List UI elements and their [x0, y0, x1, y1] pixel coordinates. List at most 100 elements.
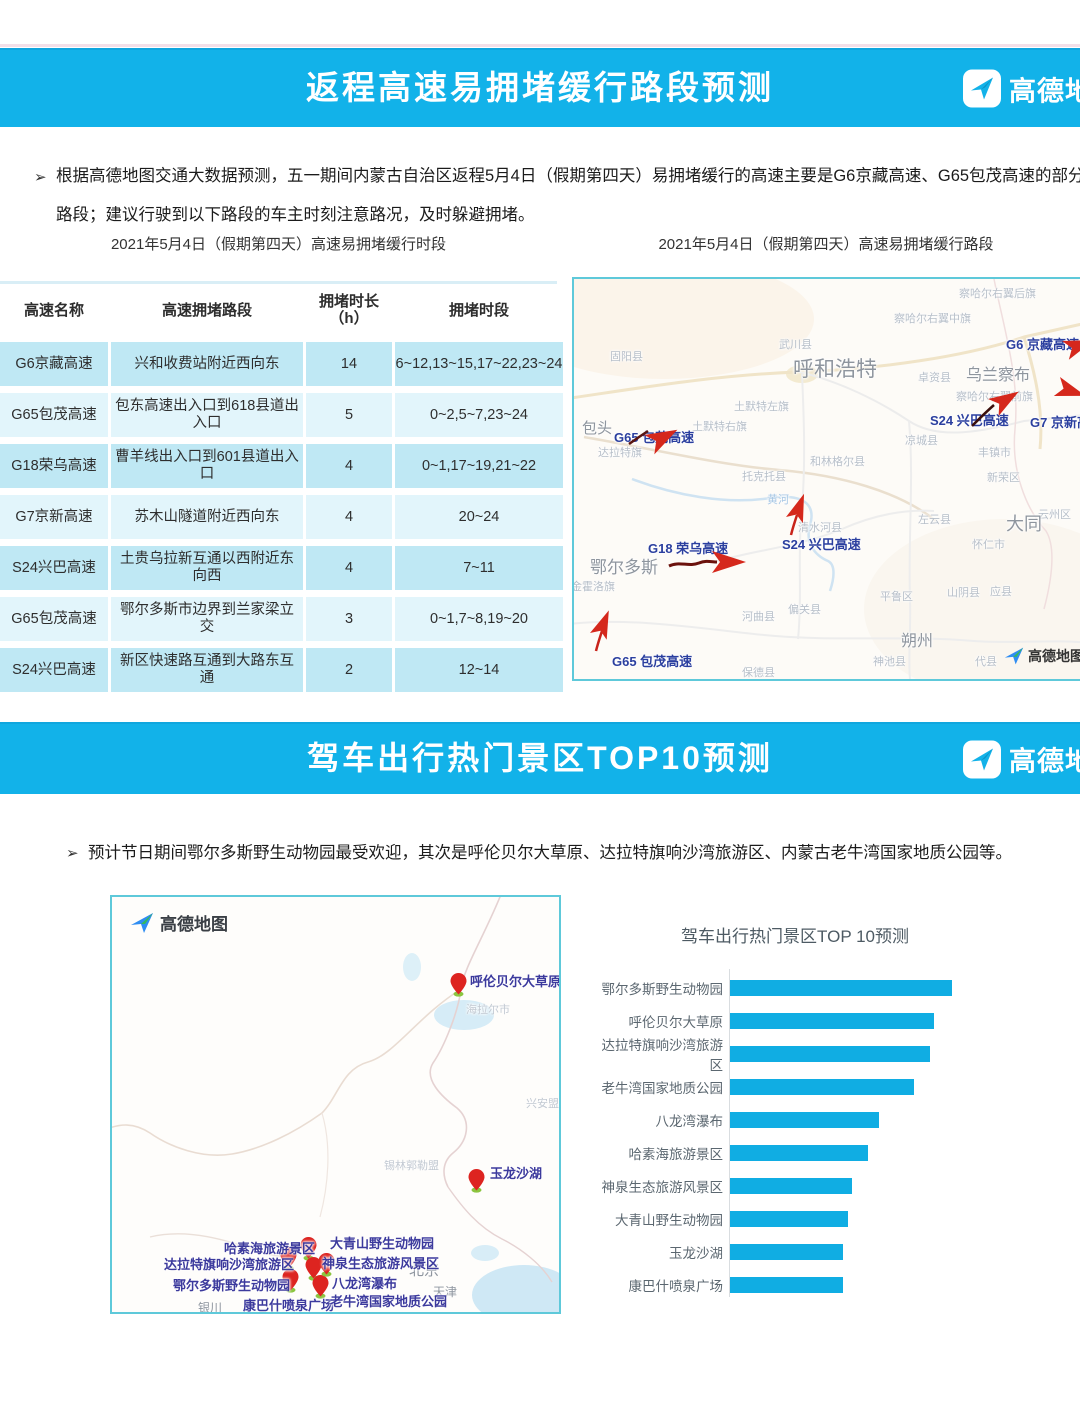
- section2-intro-text: 预计节日期间鄂尔多斯野生动物园最受欢迎，其次是呼伦贝尔大草原、达拉特旗响沙湾旅游…: [88, 840, 1076, 866]
- section2-header-band: 驾车出行热门景区TOP10预测 高德地图: [0, 722, 1080, 794]
- chart-category-label: 康巴什喷泉广场: [600, 1275, 723, 1295]
- amap-brand-logo: 高德地图: [963, 740, 1080, 779]
- chart-category-label: 玉龙沙湖: [600, 1242, 723, 1262]
- chart-row: 康巴什喷泉广场: [600, 1268, 1078, 1301]
- period: 7~11: [395, 546, 563, 590]
- segment: 苏木山隧道附近西向东: [111, 495, 303, 539]
- amap-map-logo: 高德地图: [130, 910, 228, 935]
- amap-brand-text: 高德地图: [1009, 69, 1080, 108]
- table-title: 2021年5月4日（假期第四天）高速易拥堵缓行时段: [0, 233, 557, 254]
- hours: 14: [306, 342, 392, 386]
- table-row: G65包茂高速 包东高速出入口到618县道出入口 5 0~2,5~7,23~24: [0, 393, 557, 437]
- hours: 4: [306, 495, 392, 539]
- poi-label: 康巴什喷泉广场: [243, 1295, 334, 1314]
- segment: 包东高速出入口到618县道出入口: [111, 393, 303, 437]
- amap-plane-icon: [963, 70, 1001, 108]
- chart-category-label: 老牛湾国家地质公园: [600, 1077, 723, 1097]
- highway-name: S24兴巴高速: [0, 546, 108, 590]
- chart-bar: [730, 1112, 879, 1128]
- period: 0~2,5~7,23~24: [395, 393, 563, 437]
- col-header: 拥堵时长（h）: [306, 284, 392, 336]
- chart-bar: [730, 1013, 934, 1029]
- poi-label: 呼伦贝尔大草原: [470, 971, 561, 990]
- map-pin-icon: [468, 1169, 485, 1193]
- chart-row: 八龙湾瀑布: [600, 1103, 1078, 1136]
- hours: 4: [306, 546, 392, 590]
- poi-label: 大青山野生动物园: [330, 1233, 434, 1252]
- section1-intro-text: 根据高德地图交通大数据预测，五一期间内蒙古自治区返程5月4日（假期第四天）易拥堵…: [56, 157, 1080, 235]
- chart-row: 老牛湾国家地质公园: [600, 1070, 1078, 1103]
- chart-category-label: 鄂尔多斯野生动物园: [600, 978, 723, 998]
- highway-congestion-map: 察哈尔右翼后旗 察哈尔右翼中旗 武川县 固阳县 卓资县 察哈尔右翼前旗 土默特左…: [572, 277, 1080, 681]
- map-city-label: 锡林郭勒盟: [384, 1157, 439, 1173]
- chart-bar: [730, 1145, 868, 1161]
- period: 6~12,13~15,17~22,23~24: [395, 342, 563, 386]
- congestion-arrows-layer: [574, 279, 1080, 679]
- table-row: S24兴巴高速 新区快速路互通到大路东互通 2 12~14: [0, 648, 557, 692]
- amap-brand-logo: 高德地图: [963, 69, 1080, 108]
- scenic-spots-map: 高德地图 北京 天津 银川 海拉尔市 锡林郭勒盟 兴安盟 呼伦贝尔大草原 玉龙沙…: [110, 895, 561, 1314]
- hours: 4: [306, 444, 392, 488]
- chart-row: 哈素海旅游景区: [600, 1136, 1078, 1169]
- segment: 土贵乌拉新互通以西附近东向西: [111, 546, 303, 590]
- chart-bar: [730, 1178, 852, 1194]
- section2-intro: ➢ 预计节日期间鄂尔多斯野生动物园最受欢迎，其次是呼伦贝尔大草原、达拉特旗响沙湾…: [66, 840, 1076, 866]
- chart-row: 达拉特旗响沙湾旅游区: [600, 1037, 1078, 1070]
- highway-name: G65包茂高速: [0, 393, 108, 437]
- section2-title: 驾车出行热门景区TOP10预测: [0, 724, 1080, 792]
- poi-label: 玉龙沙湖: [490, 1163, 542, 1182]
- section1-intro: ➢ 根据高德地图交通大数据预测，五一期间内蒙古自治区返程5月4日（假期第四天）易…: [34, 157, 1080, 235]
- poi-label: 老牛湾国家地质公园: [330, 1291, 447, 1310]
- hours: 2: [306, 648, 392, 692]
- table-row: S24兴巴高速 土贵乌拉新互通以西附近东向西 4 7~11: [0, 546, 557, 590]
- divider-line: [0, 44, 1080, 47]
- table-header-row: 高速名称 高速拥堵路段 拥堵时长（h） 拥堵时段: [0, 281, 557, 336]
- col-header: 高速拥堵路段: [111, 284, 303, 336]
- map-city-label: 海拉尔市: [466, 1001, 510, 1017]
- chart-row: 大青山野生动物园: [600, 1202, 1078, 1235]
- amap-plane-icon: [130, 911, 154, 935]
- table-row: G18荣乌高速 曹羊线出入口到601县道出入口 4 0~1,17~19,21~2…: [0, 444, 557, 488]
- arrow-bullet-icon: ➢: [34, 158, 56, 236]
- map-city-label: 兴安盟: [526, 1095, 559, 1111]
- chart-bar: [730, 1277, 843, 1293]
- chart-title: 驾车出行热门景区TOP 10预测: [600, 922, 990, 947]
- chart-category-label: 哈素海旅游景区: [600, 1143, 723, 1163]
- amap-plane-icon: [1004, 646, 1024, 666]
- chart-category-label: 神泉生态旅游风景区: [600, 1176, 723, 1196]
- amap-watermark-text: 高德地图: [1028, 646, 1080, 666]
- map-city-label: 银川: [198, 1299, 222, 1314]
- map-pin-icon: [450, 973, 467, 997]
- segment: 曹羊线出入口到601县道出入口: [111, 444, 303, 488]
- segment: 兴和收费站附近西向东: [111, 342, 303, 386]
- amap-watermark: 高德地图: [1004, 646, 1080, 666]
- chart-row: 神泉生态旅游风景区: [600, 1169, 1078, 1202]
- table-row: G7京新高速 苏木山隧道附近西向东 4 20~24: [0, 495, 557, 539]
- amap-plane-icon: [963, 740, 1001, 778]
- chart-category-label: 呼伦贝尔大草原: [600, 1011, 723, 1031]
- arrow-bullet-icon: ➢: [66, 841, 88, 867]
- poi-label: 鄂尔多斯野生动物园: [173, 1275, 290, 1294]
- chart-rows: 鄂尔多斯野生动物园 呼伦贝尔大草原 达拉特旗响沙湾旅游区 老牛湾国家地质公园 八…: [600, 971, 1078, 1301]
- chart-axis-line: [729, 969, 730, 1297]
- chart-bar: [730, 1046, 930, 1062]
- infographic-page: 返程高速易拥堵缓行路段预测 高德地图 ➢ 根据高德地图交通大数据预测，五一期间内…: [0, 0, 1080, 1408]
- table-row: G65包茂高速 鄂尔多斯市边界到兰家梁立交 3 0~1,7~8,19~20: [0, 597, 557, 641]
- segment: 新区快速路互通到大路东互通: [111, 648, 303, 692]
- chart-row: 呼伦贝尔大草原: [600, 1004, 1078, 1037]
- amap-logo-text: 高德地图: [160, 910, 228, 935]
- poi-label: 达拉特旗响沙湾旅游区: [164, 1254, 294, 1273]
- hours: 3: [306, 597, 392, 641]
- top10-bar-chart: 驾车出行热门景区TOP 10预测 鄂尔多斯野生动物园 呼伦贝尔大草原 达拉特旗响…: [600, 922, 1078, 1301]
- chart-row: 玉龙沙湖: [600, 1235, 1078, 1268]
- chart-category-label: 八龙湾瀑布: [600, 1110, 723, 1130]
- chart-category-label: 大青山野生动物园: [600, 1209, 723, 1229]
- poi-label: 八龙湾瀑布: [332, 1273, 397, 1292]
- section1-title: 返程高速易拥堵缓行路段预测: [0, 50, 1080, 125]
- col-header: 拥堵时段: [395, 284, 563, 336]
- highway-name: G65包茂高速: [0, 597, 108, 641]
- table-row: G6京藏高速 兴和收费站附近西向东 14 6~12,13~15,17~22,23…: [0, 342, 557, 386]
- hours: 5: [306, 393, 392, 437]
- col-header: 高速名称: [0, 284, 108, 336]
- period: 12~14: [395, 648, 563, 692]
